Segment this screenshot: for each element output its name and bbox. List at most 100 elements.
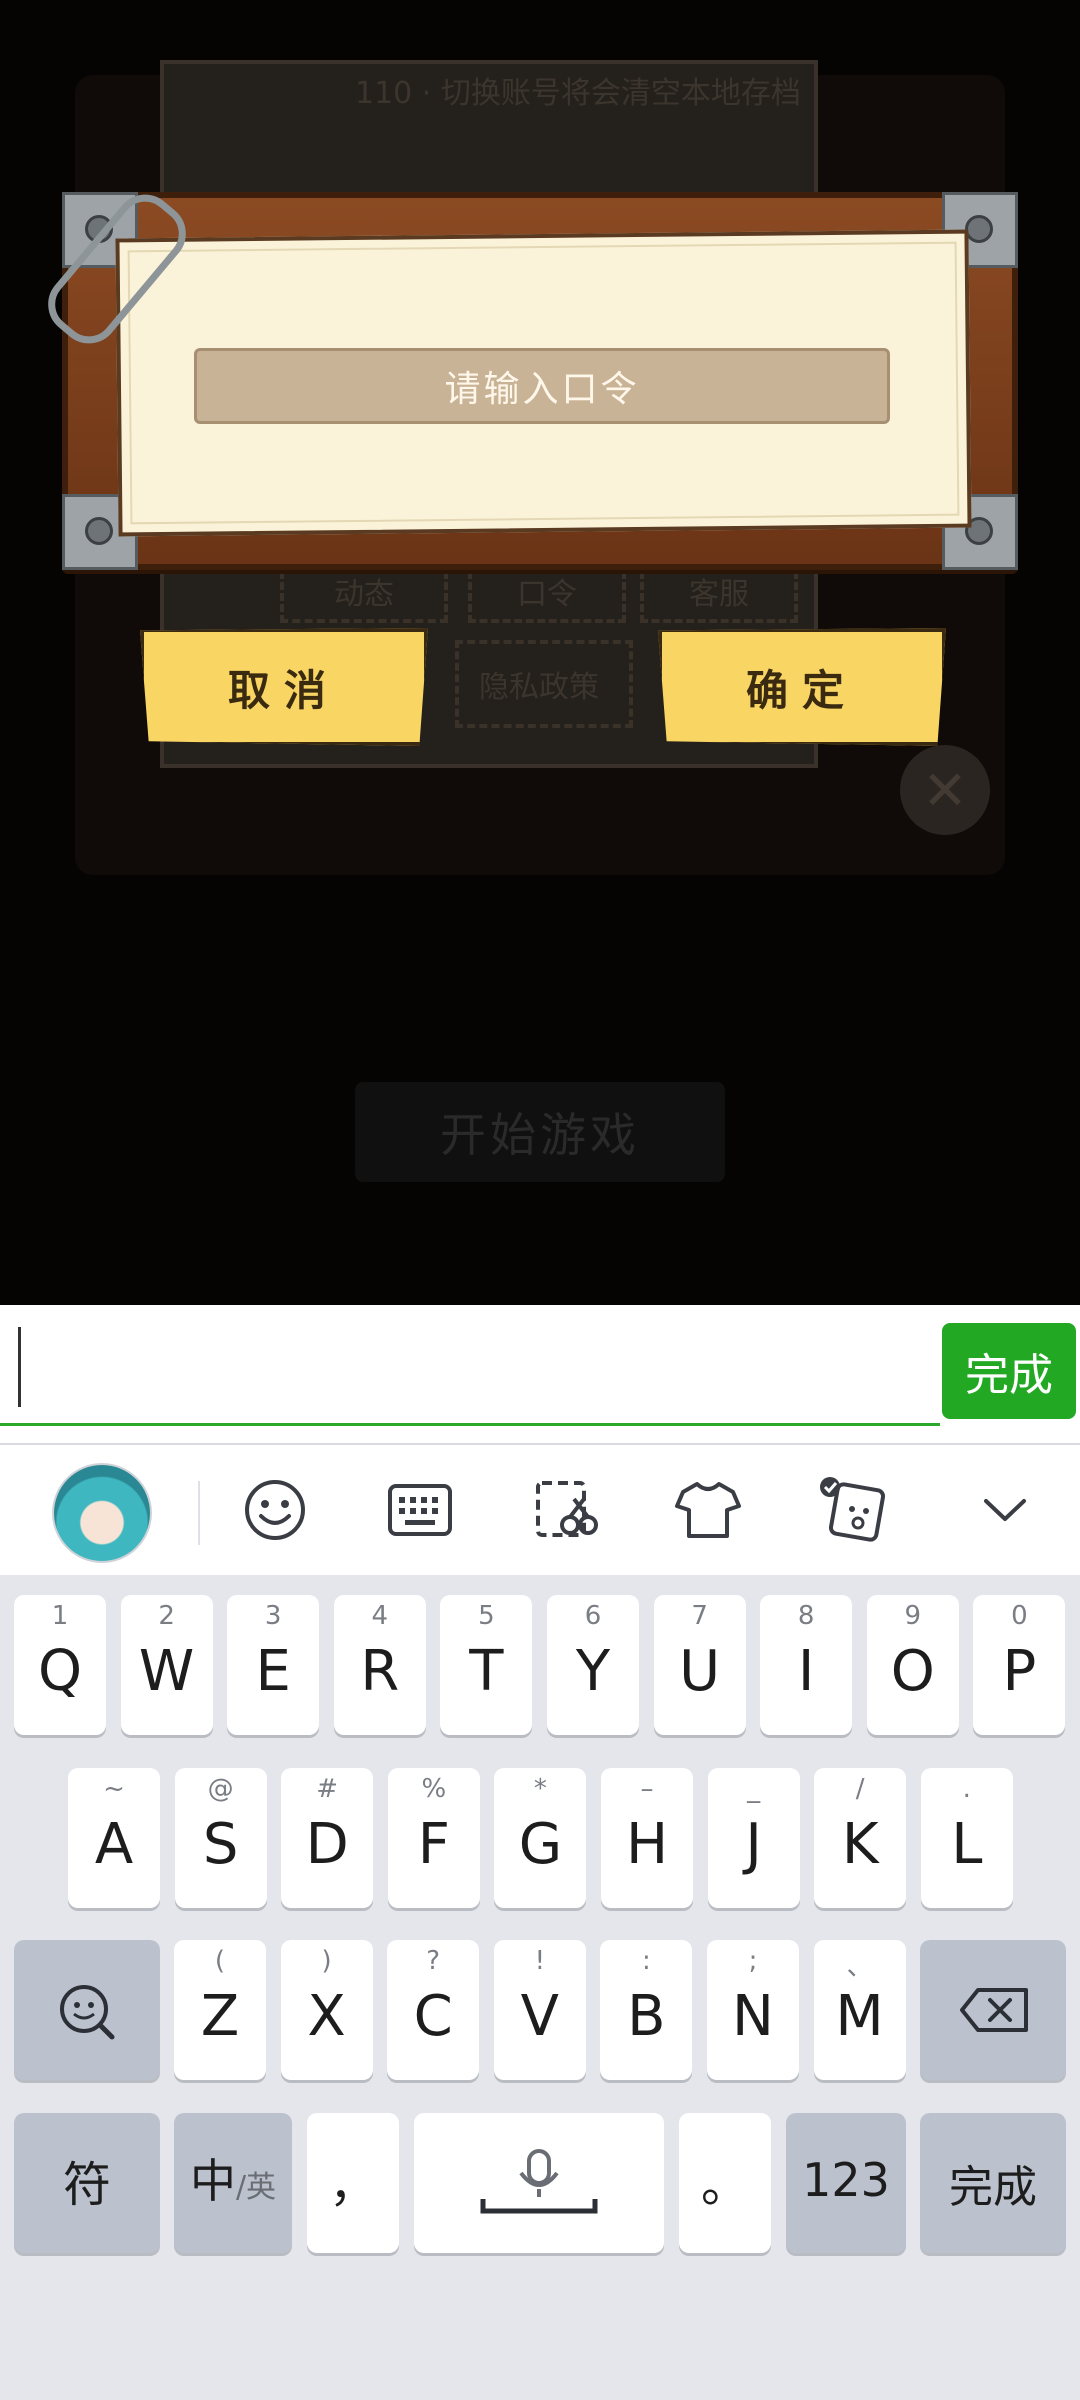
key-k[interactable]: / K — [814, 1768, 907, 1908]
key-secondary-label: 、 — [846, 1952, 873, 1982]
clipboard-edit-icon[interactable] — [515, 1460, 615, 1560]
key-f[interactable]: % F — [387, 1768, 480, 1908]
text-input[interactable] — [0, 1305, 940, 1426]
key-secondary-label: : — [642, 1946, 651, 1976]
key-q[interactable]: 1Q — [14, 1595, 106, 1735]
key-c[interactable]: ? C — [387, 1940, 480, 2080]
keyboard-toolbar — [0, 1445, 1080, 1575]
key-secondary-label: 9 — [904, 1601, 922, 1631]
background-hint-text: 110 · 切换账号将会清空本地存档 — [355, 76, 801, 111]
key-u[interactable]: 7U — [653, 1595, 746, 1735]
key-label: W — [138, 1639, 195, 1704]
key-x[interactable]: ) X — [280, 1940, 373, 2080]
skin-tshirt-icon[interactable] — [658, 1460, 758, 1560]
key-label: F — [417, 1812, 450, 1877]
key-label: E — [255, 1639, 291, 1704]
key-e[interactable]: 3E — [227, 1595, 320, 1735]
key-label: A — [94, 1812, 134, 1877]
key-label: H — [625, 1812, 669, 1877]
key-label: T — [469, 1639, 504, 1704]
backspace-key[interactable] — [920, 1940, 1066, 2080]
key-y[interactable]: 6Y — [547, 1595, 639, 1735]
key-r[interactable]: 4R — [333, 1595, 426, 1735]
key-a[interactable]: ~ A — [68, 1768, 160, 1908]
key-o[interactable]: 9O — [866, 1595, 959, 1735]
key-i[interactable]: 8I — [760, 1595, 853, 1735]
key-m[interactable]: 、 M — [813, 1940, 906, 2080]
avatar-icon[interactable] — [52, 1463, 152, 1563]
lang-sub-label: /英 — [235, 2170, 277, 2205]
key-h[interactable]: – H — [601, 1768, 693, 1908]
language-switch-key[interactable]: 中/英 — [174, 2113, 292, 2253]
key-label: L — [951, 1812, 983, 1877]
key-b[interactable]: :B — [600, 1940, 693, 2080]
keyboard-icon[interactable] — [370, 1460, 470, 1560]
key-secondary-label: @ — [207, 1774, 234, 1804]
space-voice-key[interactable] — [414, 2113, 664, 2253]
key-secondary-label: 8 — [797, 1601, 815, 1631]
key-secondary-label: 0 — [1011, 1601, 1028, 1631]
key-secondary-label: 4 — [371, 1601, 389, 1631]
emoji-icon[interactable] — [225, 1460, 325, 1560]
key-s[interactable]: @ S — [174, 1768, 267, 1908]
key-label: S — [202, 1812, 239, 1877]
key-label: Y — [575, 1639, 611, 1704]
key-p[interactable]: 0P — [973, 1595, 1066, 1735]
key-j[interactable]: _ J — [707, 1768, 800, 1908]
text-caret — [18, 1327, 21, 1407]
key-secondary-label: # — [316, 1774, 339, 1804]
key-z[interactable]: (Z — [174, 1940, 266, 2080]
key-secondary-label: ! — [534, 1946, 546, 1976]
key-secondary-label: 7 — [691, 1601, 708, 1631]
key-label: U — [679, 1639, 721, 1704]
numbers-key[interactable]: 123 — [786, 2113, 906, 2253]
cancel-button[interactable]: 取消 — [140, 628, 428, 746]
key-label: M — [835, 1984, 884, 2049]
collapse-chevron-icon[interactable] — [955, 1460, 1055, 1560]
key-t[interactable]: 5T — [440, 1595, 533, 1735]
search-key[interactable] — [14, 1940, 160, 2080]
ime-input-bar: 完成 — [0, 1305, 1080, 1445]
dim-slot-privacy: 隐私政策 — [455, 640, 633, 728]
key-label: P — [1002, 1639, 1037, 1704]
key-label: N — [732, 1984, 774, 2049]
key-secondary-label: 3 — [264, 1601, 282, 1631]
period-key[interactable]: 。 — [679, 2113, 771, 2253]
key-label: K — [841, 1812, 879, 1877]
key-l[interactable]: .L — [920, 1768, 1013, 1908]
key-d[interactable]: # D — [281, 1768, 374, 1908]
key-secondary-label: ) — [321, 1946, 332, 1976]
key-secondary-label: ? — [426, 1946, 441, 1976]
soft-keyboard: 1Q2W3E4R5T6Y7U8I9O0P ~ A @ S # D% F * G – H _ J / K. L … — [0, 1445, 1080, 2400]
key-n[interactable]: ; N — [707, 1940, 799, 2080]
confirm-button[interactable]: 确定 — [658, 628, 946, 746]
key-w[interactable]: 2W — [120, 1595, 213, 1735]
key-v[interactable]: ! V — [493, 1940, 586, 2080]
key-label: J — [745, 1812, 762, 1877]
key-g[interactable]: * G — [494, 1768, 587, 1908]
divider — [198, 1481, 200, 1545]
key-secondary-label: ( — [214, 1946, 226, 1976]
key-secondary-label: ~ — [103, 1774, 125, 1804]
close-icon: ✕ — [900, 745, 990, 835]
code-input-field[interactable]: 请输入口令 — [194, 348, 890, 424]
key-label: D — [305, 1812, 349, 1877]
symbols-key[interactable]: 符 — [14, 2113, 160, 2253]
key-secondary-label: ; — [748, 1946, 758, 1976]
key-secondary-label: % — [421, 1774, 447, 1804]
comma-key[interactable]: ， — [307, 2113, 399, 2253]
key-secondary-label: 6 — [584, 1601, 602, 1631]
key-label: O — [890, 1639, 935, 1704]
key-label: R — [360, 1639, 400, 1704]
key-label: G — [518, 1812, 563, 1877]
key-label: B — [627, 1984, 666, 2049]
sticker-icon[interactable] — [803, 1460, 903, 1560]
input-done-button[interactable]: 完成 — [942, 1323, 1076, 1419]
key-secondary-label: 1 — [51, 1601, 69, 1631]
key-label: Z — [200, 1984, 240, 2049]
key-label: I — [797, 1639, 815, 1704]
key-label: X — [307, 1984, 346, 2049]
key-secondary-label: / — [855, 1774, 865, 1804]
key-secondary-label: 5 — [478, 1601, 495, 1631]
keyboard-done-key[interactable]: 完成 — [920, 2113, 1066, 2253]
